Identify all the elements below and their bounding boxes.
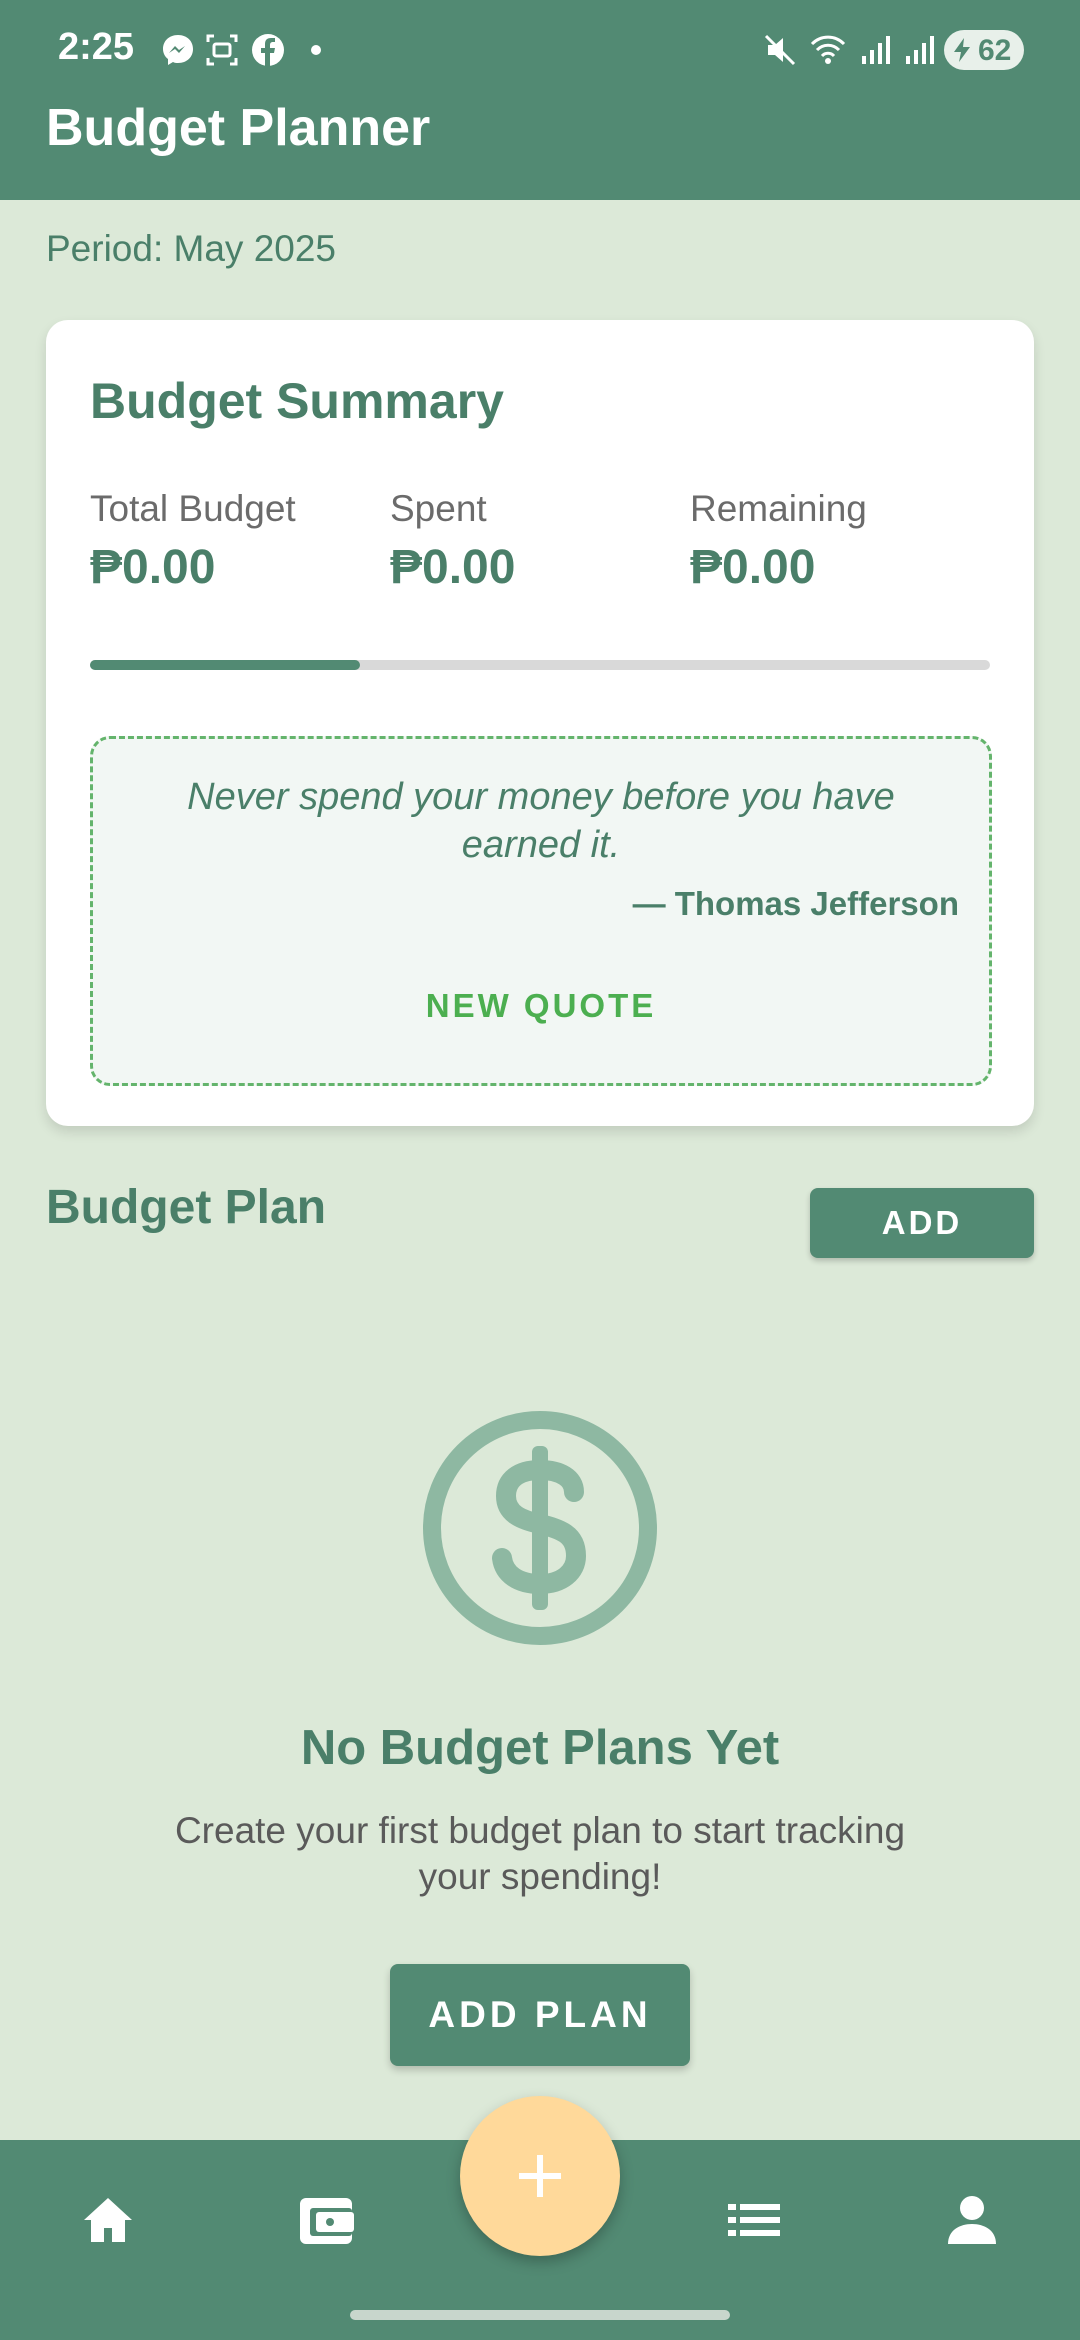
- total-budget-value: ₱0.00: [90, 541, 216, 594]
- budget-plan-title: Budget Plan: [46, 1181, 327, 1234]
- spent-label: Spent: [390, 488, 487, 529]
- home-icon[interactable]: [78, 2190, 138, 2250]
- screenshot-icon: [206, 34, 238, 66]
- add-fab[interactable]: [460, 2096, 620, 2256]
- summary-title: Budget Summary: [90, 373, 504, 429]
- signal-icon: [906, 36, 934, 64]
- budget-progress-fill: [90, 660, 360, 670]
- bolt-icon: [954, 38, 970, 62]
- profile-icon[interactable]: [942, 2190, 1002, 2250]
- battery-icon: 62: [944, 30, 1024, 70]
- facebook-icon: [252, 34, 284, 66]
- empty-state-title: No Budget Plans Yet: [300, 1721, 780, 1775]
- remaining-value: ₱0.00: [690, 541, 816, 594]
- dollar-circle-icon: [423, 1411, 657, 1645]
- quote-box: Never spend your money before you have e…: [90, 736, 992, 1086]
- home-indicator[interactable]: [350, 2310, 730, 2320]
- budget-progress-bar: [90, 660, 990, 670]
- wallet-icon[interactable]: [296, 2190, 356, 2250]
- spent-value: ₱0.00: [390, 541, 516, 594]
- status-time: 2:25: [58, 26, 135, 68]
- quote-text: Never spend your money before you have e…: [187, 776, 895, 866]
- total-budget-label: Total Budget: [90, 488, 296, 529]
- quote-author: — Thomas Jefferson: [632, 885, 959, 922]
- wifi-icon: [810, 35, 846, 64]
- budget-summary-card: Budget Summary Total Budget ₱0.00 Spent …: [46, 320, 1034, 1126]
- add-plan-button[interactable]: ADD PLAN: [390, 1964, 690, 2066]
- app-bar: 2:25 62 Budget Planner: [0, 0, 1080, 200]
- empty-state-subtitle: Create your first budget plan to start t…: [174, 1810, 906, 1897]
- new-quote-button[interactable]: NEW QUOTE: [393, 971, 689, 1041]
- page-title: Budget Planner: [46, 99, 431, 157]
- add-icon: [519, 2155, 561, 2197]
- dot-icon: [311, 45, 321, 55]
- signal-icon: [862, 36, 890, 64]
- period-label: Period: May 2025: [46, 228, 337, 269]
- add-button[interactable]: ADD: [810, 1188, 1034, 1258]
- messenger-icon: [163, 35, 193, 65]
- mute-icon: [764, 34, 796, 66]
- battery-level: 62: [978, 34, 1012, 67]
- list-icon[interactable]: [724, 2190, 784, 2250]
- remaining-label: Remaining: [690, 488, 867, 529]
